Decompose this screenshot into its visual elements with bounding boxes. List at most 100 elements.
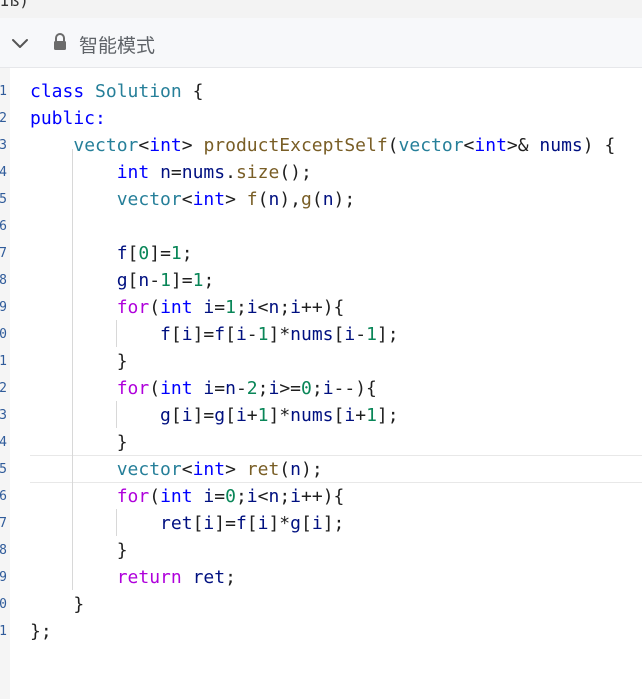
- code-token: ];: [376, 324, 399, 345]
- code-line[interactable]: f[i]=f[i-1]*nums[i-1];: [30, 321, 399, 348]
- code-line[interactable]: }: [30, 537, 128, 564]
- code-token: >: [225, 189, 247, 210]
- code-token: ]*: [268, 324, 291, 345]
- code-token: i: [290, 486, 302, 507]
- code-token: 2: [246, 378, 258, 399]
- code-token: -: [149, 270, 161, 291]
- code-token: ret: [192, 567, 226, 588]
- line-number: 4: [0, 165, 7, 180]
- code-token: [: [170, 324, 182, 345]
- code-token: {: [181, 81, 204, 102]
- code-token: i: [246, 486, 258, 507]
- code-line[interactable]: for(int i=0;i<n;i++){: [30, 483, 345, 510]
- code-line[interactable]: vector<int> productExceptSelf(vector<int…: [30, 132, 615, 159]
- code-token: ];: [376, 405, 399, 426]
- code-line[interactable]: g[n-1]=1;: [30, 267, 215, 294]
- code-line[interactable]: int n=nums.size();: [30, 159, 312, 186]
- code-token: ;: [235, 486, 247, 507]
- code-token: size: [235, 162, 280, 183]
- code-token: i: [344, 405, 356, 426]
- line-number: 7: [0, 516, 7, 531]
- code-token: >=: [279, 378, 302, 399]
- code-line[interactable]: }: [30, 591, 84, 618]
- code-token: (: [149, 378, 161, 399]
- code-token: (: [387, 135, 399, 156]
- line-number: 3: [0, 138, 7, 153]
- code-token: public:: [30, 108, 106, 129]
- code-token: int: [160, 378, 193, 399]
- code-token: >: [225, 459, 247, 480]
- code-token: }: [30, 540, 128, 561]
- code-line[interactable]: ret[i]=f[i]*g[i];: [30, 510, 344, 537]
- editor-toolbar: 智能模式: [0, 18, 642, 68]
- code-token: productExceptSelf: [203, 135, 388, 156]
- top-text-fragment: Iß): [0, 0, 29, 10]
- code-token: n: [138, 270, 150, 291]
- code-token: f: [116, 243, 128, 264]
- chevron-down-icon[interactable]: [10, 33, 30, 53]
- code-token: nums: [539, 135, 583, 156]
- code-token: g: [290, 513, 301, 534]
- code-token: (: [279, 459, 291, 480]
- code-token: <: [463, 135, 475, 156]
- code-token: for: [116, 486, 150, 507]
- code-token: i: [203, 378, 215, 399]
- code-line[interactable]: vector<int> ret(n);: [30, 456, 323, 483]
- code-token: [: [333, 324, 345, 345]
- code-token: (: [149, 486, 161, 507]
- code-token: -: [235, 378, 247, 399]
- code-line[interactable]: for(int i=1;i<n;i++){: [30, 294, 345, 321]
- code-line[interactable]: }: [30, 348, 128, 375]
- code-token: [: [225, 324, 236, 345]
- code-line[interactable]: }: [30, 429, 128, 456]
- code-line[interactable]: public:: [30, 105, 106, 132]
- code-token: >: [181, 135, 204, 156]
- code-token: vector: [73, 135, 139, 156]
- line-number: 5: [0, 462, 7, 477]
- code-line[interactable]: class Solution {: [30, 78, 203, 105]
- code-token: 1: [366, 324, 377, 345]
- code-editor[interactable]: 123456789012345678901 class Solution {pu…: [0, 68, 642, 699]
- code-token: ]*: [268, 405, 291, 426]
- code-token: g: [214, 405, 226, 426]
- code-token: int: [116, 162, 150, 183]
- code-token: ;: [257, 378, 269, 399]
- window-top-strip: Iß): [0, 0, 642, 18]
- code-token: i: [290, 297, 302, 318]
- code-token: (: [311, 189, 323, 210]
- code-line[interactable]: for(int i=n-2;i>=0;i--){: [30, 375, 377, 402]
- mode-label[interactable]: 智能模式: [79, 31, 155, 58]
- code-token: (: [149, 297, 161, 318]
- code-token: };: [30, 621, 52, 642]
- code-line[interactable]: return ret;: [30, 564, 236, 591]
- code-token: n: [268, 189, 280, 210]
- code-token: 1: [225, 297, 236, 318]
- line-number: 5: [0, 192, 7, 207]
- line-number: 6: [0, 489, 7, 504]
- line-number: 2: [0, 111, 7, 126]
- code-token: --){: [333, 378, 377, 399]
- code-line[interactable]: vector<int> f(n),g(n);: [30, 186, 356, 213]
- code-token: (: [257, 189, 269, 210]
- code-token: [: [170, 405, 182, 426]
- line-number: 0: [0, 327, 7, 342]
- code-token: i: [257, 513, 269, 534]
- code-token: nums: [181, 162, 226, 183]
- code-token: return: [116, 567, 182, 588]
- code-token: f: [160, 324, 171, 345]
- code-line[interactable]: f[0]=1;: [30, 240, 193, 267]
- code-token: -: [355, 324, 367, 345]
- code-token: i: [203, 486, 215, 507]
- code-token: <: [138, 135, 150, 156]
- code-token: -: [246, 324, 258, 345]
- code-token: }: [30, 594, 85, 615]
- line-number: 9: [0, 570, 7, 585]
- code-token: i: [235, 405, 247, 426]
- code-line[interactable]: };: [30, 618, 52, 645]
- code-line[interactable]: g[i]=g[i+1]*nums[i+1];: [30, 402, 399, 429]
